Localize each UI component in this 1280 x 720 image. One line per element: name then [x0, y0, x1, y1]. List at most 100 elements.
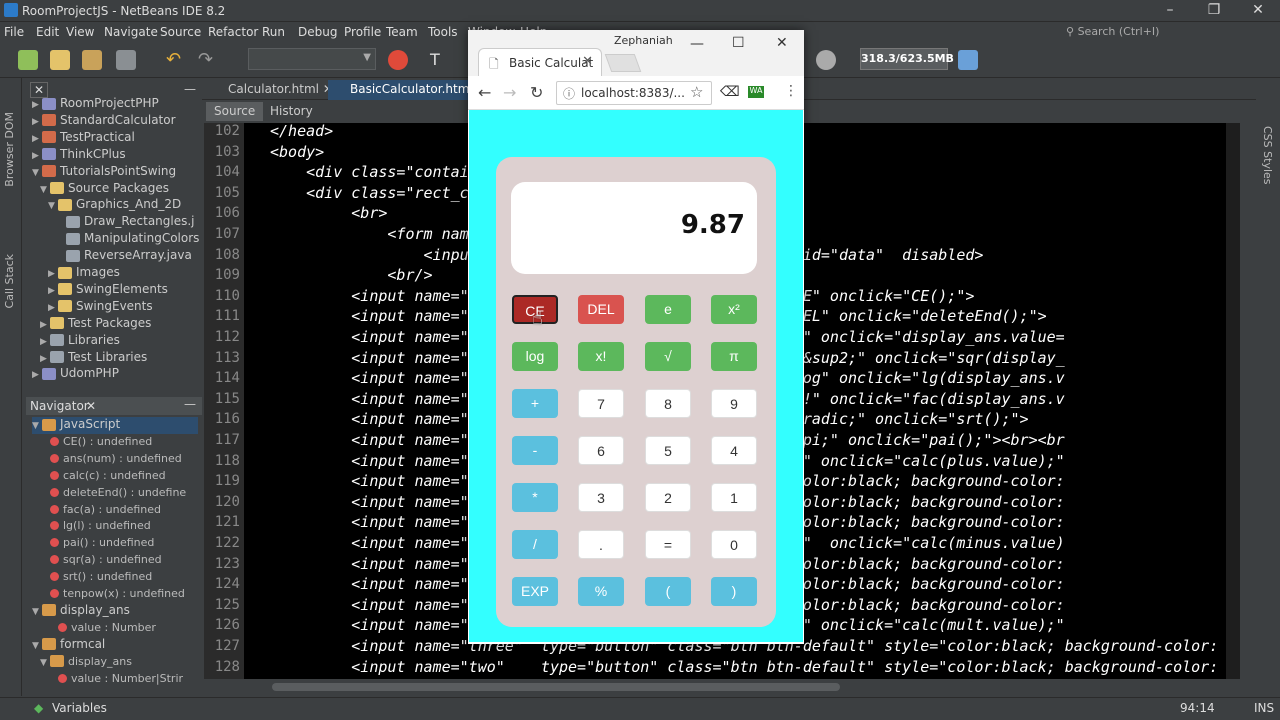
calc-button[interactable]: 5	[645, 436, 691, 465]
calc-button[interactable]: 6	[578, 436, 624, 465]
calc-button[interactable]: DEL	[578, 295, 624, 324]
expand-arrow-icon[interactable]: ▼	[32, 168, 42, 178]
calc-button[interactable]: e	[645, 295, 691, 324]
menu-navigate[interactable]: Navigate	[104, 25, 158, 39]
calc-button[interactable]: x!	[578, 342, 624, 371]
code-line[interactable]: <br/>	[270, 266, 432, 284]
bookmark-star-icon[interactable]: ☆	[690, 83, 703, 101]
build-hammer-icon[interactable]: T	[430, 50, 450, 70]
calc-button[interactable]: EXP	[512, 577, 558, 606]
expand-arrow-icon[interactable]: ▼	[40, 658, 50, 668]
extension-wa-icon[interactable]: WA	[748, 86, 764, 98]
reload-icon[interactable]: ↻	[530, 83, 543, 102]
expand-arrow-icon[interactable]: ▶	[48, 303, 58, 313]
forward-icon[interactable]: →	[503, 83, 516, 102]
vertical-scrollbar[interactable]	[1226, 123, 1240, 679]
expand-arrow-icon[interactable]: ▶	[40, 354, 50, 364]
calc-button[interactable]: (	[645, 577, 691, 606]
navigator-item[interactable]: tenpow(x) : undefined	[40, 586, 198, 603]
navigator-item[interactable]: lg(l) : undefined	[40, 518, 198, 535]
calc-button[interactable]: log	[512, 342, 558, 371]
project-tree-item[interactable]: ReverseArray.java	[56, 248, 192, 265]
project-tree-item[interactable]: ▶ SwingElements	[48, 282, 168, 299]
expand-arrow-icon[interactable]: ▼	[32, 607, 42, 617]
css-styles-tab[interactable]: CSS Styles	[1261, 126, 1274, 185]
browser-tab[interactable]: 🗋 Basic Calculat ✕	[478, 48, 602, 76]
navigator-item[interactable]: srt() : undefined	[40, 569, 198, 586]
calc-button[interactable]: 8	[645, 389, 691, 418]
source-tab[interactable]: Source	[206, 102, 264, 121]
back-icon[interactable]: ←	[478, 83, 491, 102]
project-tree-item[interactable]: ▶ UdomPHP	[32, 366, 119, 383]
project-tree-item[interactable]: ▶ Test Libraries	[40, 350, 147, 367]
menu-profile[interactable]: Profile	[344, 25, 381, 39]
calc-button[interactable]: *	[512, 483, 558, 512]
new-file-icon[interactable]	[50, 50, 70, 70]
configuration-select[interactable]: ▼	[248, 48, 376, 70]
project-tree-item[interactable]: ▶ Libraries	[40, 333, 120, 350]
menu-team[interactable]: Team	[386, 25, 418, 39]
minimize-navigator-icon[interactable]: —	[184, 397, 196, 411]
navigator-item[interactable]: pai() : undefined	[40, 535, 198, 552]
menu-refactor[interactable]: Refactor	[208, 25, 258, 39]
address-bar[interactable]: ⓘ localhost:8383/...	[556, 81, 712, 105]
expand-arrow-icon[interactable]: ▶	[48, 269, 58, 279]
profile-icon[interactable]	[816, 50, 836, 70]
project-tree-item[interactable]: ▶ StandardCalculator	[32, 113, 176, 130]
navigator-item[interactable]: value : Number|Strir	[48, 671, 198, 688]
project-tree-item[interactable]: ▶ SwingEvents	[48, 299, 153, 316]
code-line[interactable]: <div class="contai	[270, 163, 469, 181]
chrome-browser-icon[interactable]	[388, 50, 408, 70]
close-tab-icon[interactable]: ✕	[582, 54, 593, 69]
expand-arrow-icon[interactable]: ▶	[32, 134, 42, 144]
expand-arrow-icon[interactable]: ▼	[40, 185, 50, 195]
gc-icon[interactable]	[958, 50, 978, 70]
navigator-item[interactable]: sqr(a) : undefined	[40, 552, 198, 569]
browser-close-icon[interactable]: ✕	[776, 35, 788, 51]
project-tree-item[interactable]: ▶ TestPractical	[32, 130, 135, 147]
menu-view[interactable]: View	[66, 25, 94, 39]
navigator-item[interactable]: ▼ display_ans	[32, 603, 198, 620]
new-project-icon[interactable]	[18, 50, 38, 70]
code-line[interactable]: <div class="rect_c	[270, 184, 469, 202]
calc-button[interactable]: -	[512, 436, 558, 465]
variables-tab[interactable]: Variables	[52, 701, 107, 715]
calc-button[interactable]: x²	[711, 295, 757, 324]
project-tree-item[interactable]: ▶ RoomProjectPHP	[32, 96, 159, 113]
browser-minimize-icon[interactable]: —	[690, 36, 704, 52]
expand-arrow-icon[interactable]: ▶	[32, 117, 42, 127]
calc-button[interactable]: =	[645, 530, 691, 559]
expand-arrow-icon[interactable]: ▶	[48, 286, 58, 296]
project-tree-item[interactable]: ▼ TutorialsPointSwing	[32, 164, 176, 181]
close-navigator-icon[interactable]: ✕	[86, 399, 96, 413]
calc-button[interactable]: √	[645, 342, 691, 371]
navigator-item[interactable]: fac(a) : undefined	[40, 502, 198, 519]
calc-button[interactable]: )	[711, 577, 757, 606]
calc-button[interactable]: 1	[711, 483, 757, 512]
calc-button[interactable]: 2	[645, 483, 691, 512]
menu-debug[interactable]: Debug	[298, 25, 337, 39]
project-tree-item[interactable]: ManipulatingColors	[56, 231, 199, 248]
project-tree-item[interactable]: ▼ Source Packages	[40, 181, 169, 198]
menu-tools[interactable]: Tools	[428, 25, 458, 39]
calc-button[interactable]: %	[578, 577, 624, 606]
minimize-panel-icon[interactable]: —	[184, 82, 196, 96]
project-tree-item[interactable]: ▶ Test Packages	[40, 316, 151, 333]
expand-arrow-icon[interactable]: ▶	[40, 337, 50, 347]
expand-arrow-icon[interactable]: ▶	[32, 151, 42, 161]
navigator-item[interactable]: ▼ formcal	[32, 637, 198, 654]
history-tab[interactable]: History	[262, 102, 321, 121]
menu-run[interactable]: Run	[262, 25, 285, 39]
project-tree-item[interactable]: Draw_Rectangles.j	[56, 214, 195, 231]
minimize-icon[interactable]: –	[1150, 0, 1190, 22]
navigator-item[interactable]: calc(c) : undefined	[40, 468, 198, 485]
project-tree-item[interactable]: ▼ Graphics_And_2D	[48, 197, 181, 214]
browser-maximize-icon[interactable]: ☐	[732, 35, 745, 51]
calc-button[interactable]: 9	[711, 389, 757, 418]
maximize-icon[interactable]: ❐	[1194, 0, 1234, 22]
navigator-item[interactable]: ans(num) : undefined	[40, 451, 198, 468]
navigator-item[interactable]: ▼ JavaScript	[32, 417, 198, 434]
horizontal-scroll-thumb[interactable]	[272, 683, 840, 691]
calc-button[interactable]: .	[578, 530, 624, 559]
code-line[interactable]: <form name=	[270, 225, 486, 243]
